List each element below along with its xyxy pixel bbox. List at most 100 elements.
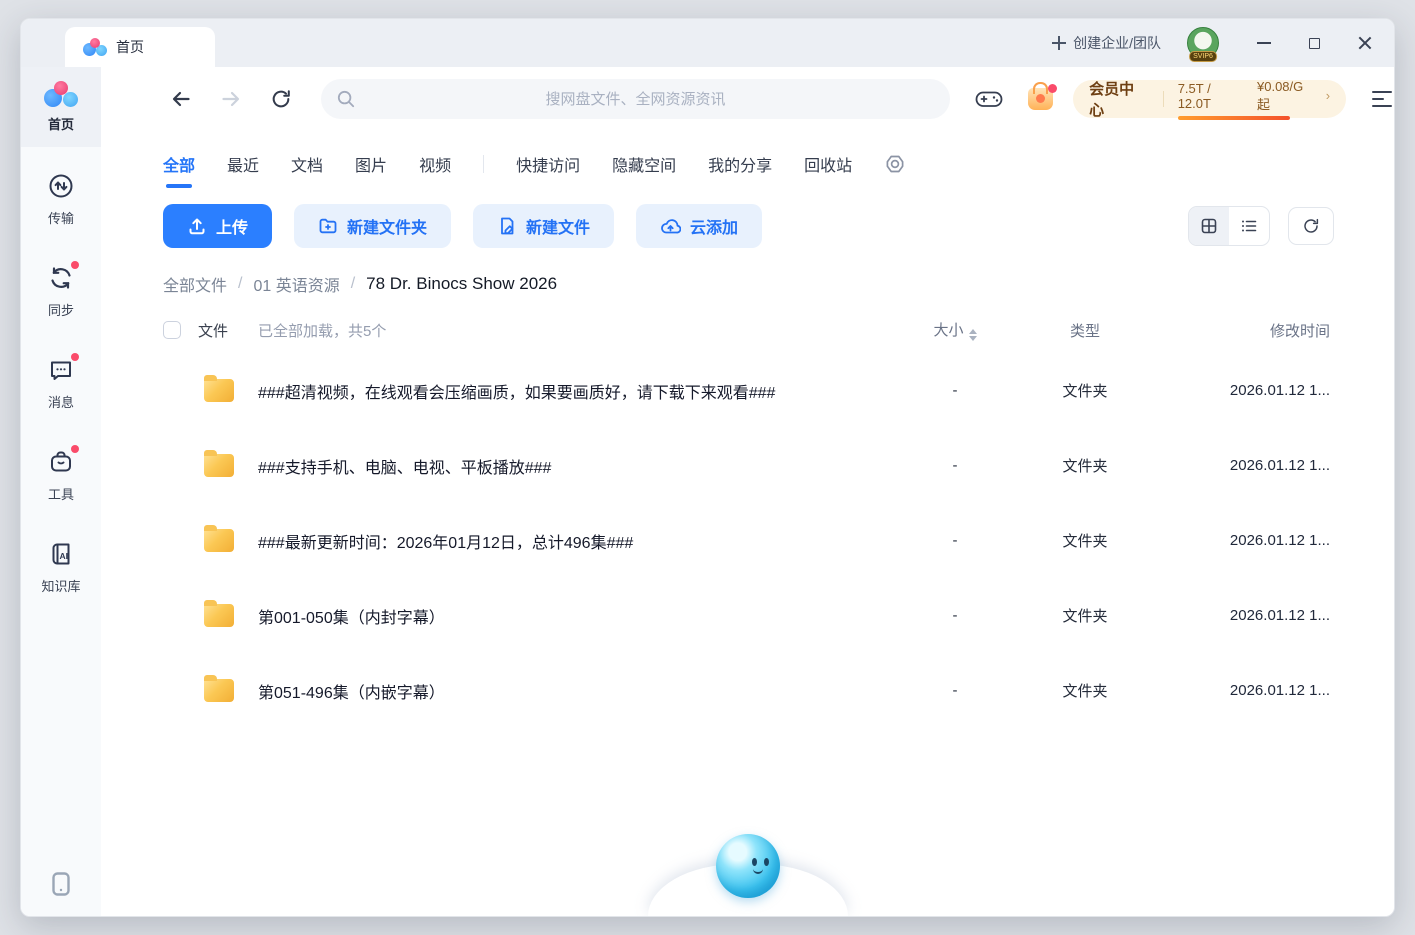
file-list: ###超清视频，在线观看会压缩画质，如果要画质好，请下载下来观看### - 文件… [101, 353, 1394, 916]
loaded-status: 已全部加载，共5个 [258, 320, 900, 341]
game-center-icon[interactable] [974, 86, 1004, 112]
upload-icon [187, 216, 207, 236]
folder-icon [204, 379, 234, 402]
breadcrumb-separator: / [351, 275, 355, 293]
column-type: 类型 [1010, 320, 1160, 341]
tab-settings-icon[interactable] [884, 153, 906, 175]
divider [483, 155, 484, 173]
breadcrumb-parent[interactable]: 01 英语资源 [253, 272, 339, 296]
sidebar-item-knowledge[interactable]: AI 知识库 [21, 527, 101, 607]
new-folder-label: 新建文件夹 [347, 214, 427, 238]
notification-dot [71, 445, 79, 453]
folder-icon [204, 529, 234, 552]
maximize-icon[interactable] [1309, 38, 1320, 49]
close-icon[interactable] [1358, 36, 1372, 50]
table-row[interactable]: 第051-496集（内嵌字幕） - 文件夹 2026.01.12 1... [101, 653, 1394, 728]
refresh-icon[interactable] [269, 88, 293, 110]
titlebar: 首页 创建企业/团队 SVIP6 [21, 19, 1394, 67]
tab-quick-access[interactable]: 快捷访问 [516, 152, 580, 176]
create-team-button[interactable]: 创建企业/团队 [1052, 33, 1161, 53]
minimize-icon[interactable] [1257, 42, 1271, 44]
grid-view-icon[interactable] [1189, 207, 1229, 245]
tab-all[interactable]: 全部 [163, 152, 195, 176]
sidebar-item-label: 工具 [48, 484, 74, 503]
storage-summary[interactable]: 7.5T / 12.0T ¥0.08/G起 › [1178, 79, 1330, 120]
sidebar-item-home[interactable]: 首页 [21, 67, 101, 147]
ai-knowledge-icon: AI [46, 539, 76, 569]
upload-button[interactable]: 上传 [163, 204, 272, 248]
member-center-label: 会员中心 [1089, 78, 1149, 120]
tab-my-shares[interactable]: 我的分享 [708, 152, 772, 176]
sidebar-item-label: 知识库 [41, 576, 80, 595]
avatar[interactable]: SVIP6 [1187, 27, 1219, 59]
select-all-checkbox[interactable] [163, 321, 181, 339]
file-name[interactable]: ###支持手机、电脑、电视、平板播放### [258, 454, 900, 478]
sidebar-item-sync[interactable]: 同步 [21, 251, 101, 331]
list-view-icon[interactable] [1229, 207, 1269, 245]
cloud-add-label: 云添加 [690, 214, 738, 238]
forward-icon[interactable] [219, 87, 243, 111]
breadcrumb-root[interactable]: 全部文件 [163, 272, 227, 296]
sidebar: 首页 传输 同步 [21, 67, 101, 916]
tab-recycle-bin[interactable]: 回收站 [804, 152, 852, 176]
search-input[interactable] [321, 79, 950, 119]
file-name[interactable]: ###最新更新时间：2026年01月12日，总计496集### [258, 529, 900, 553]
sidebar-item-label: 首页 [48, 114, 74, 133]
mobile-app-icon[interactable] [21, 870, 101, 898]
back-icon[interactable] [169, 87, 193, 111]
create-team-label: 创建企业/团队 [1073, 33, 1161, 53]
refresh-list-icon[interactable] [1288, 207, 1334, 245]
sort-icon [969, 329, 977, 341]
sync-icon [46, 263, 76, 293]
file-size: - [900, 682, 1010, 699]
sidebar-item-label: 传输 [48, 208, 74, 227]
breadcrumb-current: 78 Dr. Binocs Show 2026 [366, 274, 557, 294]
file-modified: 2026.01.12 1... [1160, 532, 1330, 549]
sidebar-item-messages[interactable]: 消息 [21, 343, 101, 423]
tab-images[interactable]: 图片 [355, 152, 387, 176]
sidebar-item-transfer[interactable]: 传输 [21, 159, 101, 239]
toolbox-icon [46, 447, 76, 477]
home-icon [44, 81, 78, 107]
file-name[interactable]: 第001-050集（内封字幕） [258, 604, 900, 628]
cloud-upload-icon [660, 216, 681, 237]
file-modified: 2026.01.12 1... [1160, 457, 1330, 474]
file-type: 文件夹 [1010, 605, 1160, 626]
search-bar [321, 79, 950, 119]
table-row[interactable]: 第001-050集（内封字幕） - 文件夹 2026.01.12 1... [101, 578, 1394, 653]
tab-hidden-space[interactable]: 隐藏空间 [612, 152, 676, 176]
main-content: 会员中心 7.5T / 12.0T ¥0.08/G起 › 全部 [101, 67, 1394, 916]
column-size[interactable]: 大小 [900, 319, 1010, 341]
sidebar-item-tools[interactable]: 工具 [21, 435, 101, 515]
view-toggle [1188, 206, 1270, 246]
tab-videos[interactable]: 视频 [419, 152, 451, 176]
home-tab[interactable]: 首页 [65, 27, 215, 67]
table-row[interactable]: ###支持手机、电脑、电视、平板播放### - 文件夹 2026.01.12 1… [101, 428, 1394, 503]
file-type: 文件夹 [1010, 680, 1160, 701]
folder-icon [204, 454, 234, 477]
vip-badge: SVIP6 [1189, 51, 1217, 62]
cloud-add-button[interactable]: 云添加 [636, 204, 762, 248]
file-modified: 2026.01.12 1... [1160, 682, 1330, 699]
table-row[interactable]: ###最新更新时间：2026年01月12日，总计496集### - 文件夹 20… [101, 503, 1394, 578]
file-size: - [900, 607, 1010, 624]
shopping-bag-icon[interactable] [1028, 88, 1053, 110]
file-type: 文件夹 [1010, 530, 1160, 551]
table-row[interactable]: ###超清视频，在线观看会压缩画质，如果要画质好，请下载下来观看### - 文件… [101, 353, 1394, 428]
file-modified: 2026.01.12 1... [1160, 607, 1330, 624]
app-window: 首页 创建企业/团队 SVIP6 首页 [20, 18, 1395, 917]
chevron-right-icon: › [1326, 88, 1330, 103]
new-file-button[interactable]: 新建文件 [473, 204, 614, 248]
tab-documents[interactable]: 文档 [291, 152, 323, 176]
new-folder-button[interactable]: 新建文件夹 [294, 204, 451, 248]
notification-dot [1048, 84, 1057, 93]
storage-progress [1178, 116, 1290, 120]
action-toolbar: 上传 新建文件夹 新建文件 云添加 [101, 191, 1394, 261]
main-menu-icon[interactable] [1372, 91, 1394, 107]
tab-recent[interactable]: 最近 [227, 152, 259, 176]
file-name[interactable]: ###超清视频，在线观看会压缩画质，如果要画质好，请下载下来观看### [258, 379, 900, 403]
file-size: - [900, 457, 1010, 474]
member-center[interactable]: 会员中心 7.5T / 12.0T ¥0.08/G起 › [1073, 80, 1346, 118]
file-name[interactable]: 第051-496集（内嵌字幕） [258, 679, 900, 703]
assistant-ball-icon[interactable] [716, 834, 780, 898]
